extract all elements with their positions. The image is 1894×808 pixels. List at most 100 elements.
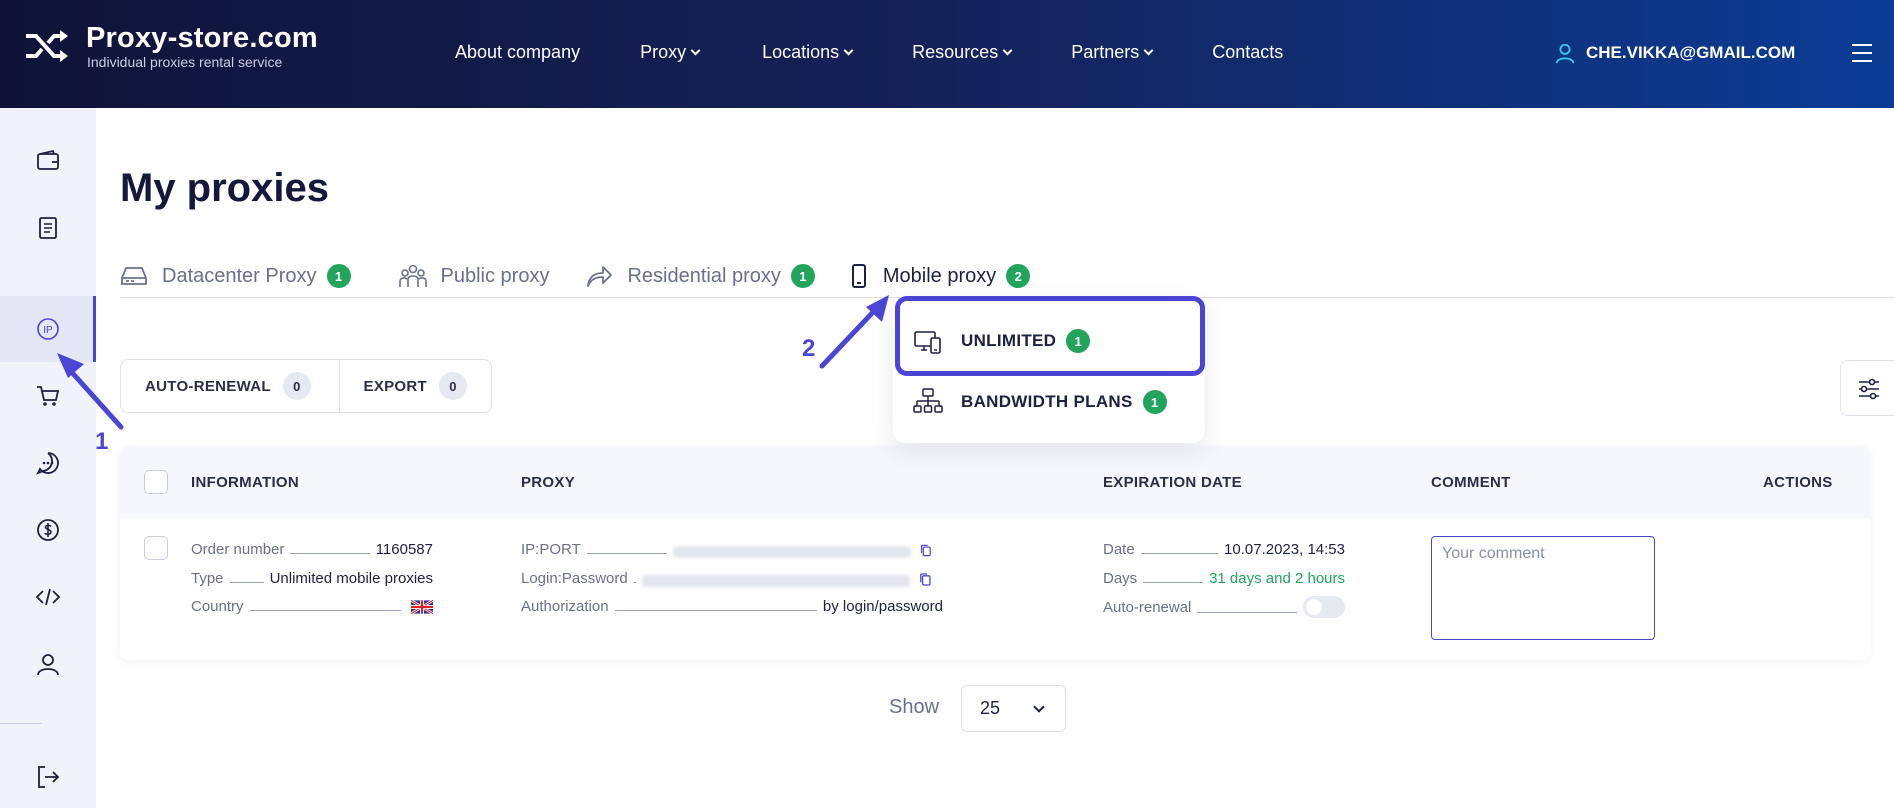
network-icon [913,388,943,413]
login-password-value-blurred [641,575,911,587]
unlimited-highlight-frame [895,296,1205,376]
expiration-days-row: Days 31 days and 2 hours [1103,570,1345,587]
per-page-value: 25 [980,698,1001,718]
nav-locations[interactable]: Locations [762,42,854,63]
tab-residential-proxy[interactable]: Residential proxy 1 [585,262,815,290]
auto-renewal-count: 0 [282,372,311,400]
nav-contacts[interactable]: Contacts [1212,42,1283,63]
nav-resources[interactable]: Resources [912,42,1013,63]
dropdown-item-label: BANDWIDTH PLANS [961,392,1133,411]
order-number-value: 1160587 [375,541,433,558]
date-value: 10.07.2023, 14:53 [1224,541,1345,558]
days-value: 31 days and 2 hours [1209,570,1345,587]
logout-icon [38,766,60,788]
uk-flag-icon [411,599,433,615]
nav-label: About company [455,42,581,62]
hamburger-menu-icon[interactable] [1852,44,1872,62]
server-icon [121,267,147,285]
nav-about-company[interactable]: About company [455,42,580,63]
logo-subtitle: Individual proxies rental service [87,54,283,70]
chat-icon [36,452,59,475]
shuffle-logo-icon[interactable] [24,28,72,64]
sidebar-divider [0,723,42,724]
ip-port-label: IP:PORT [521,541,581,558]
phone-icon [851,264,866,288]
tab-label: Residential proxy [627,264,781,287]
sidebar-item-support[interactable] [0,430,96,496]
nav-label: Contacts [1212,42,1284,62]
dollar-icon [37,519,59,541]
step-number-1: 1 [95,428,109,455]
login-password-label: Login:Password [521,570,628,587]
show-label: Show [889,696,940,718]
auto-renewal-row-label: Auto-renewal [1103,598,1192,616]
page-title: My proxies [120,166,329,210]
chevron-down-icon [1002,45,1013,56]
chevron-down-icon [843,45,854,56]
sidebar-item-logout[interactable] [0,744,96,808]
authorization-label: Authorization [521,598,609,615]
days-label: Days [1103,570,1138,587]
chevron-down-icon [1143,45,1154,56]
auto-renewal-button[interactable]: AUTO-RENEWAL 0 [121,360,339,412]
column-information: INFORMATION [191,474,300,491]
wallet-icon [37,149,59,170]
table-header: INFORMATION PROXY EXPIRATION DATE COMMEN… [120,446,1870,518]
code-icon [35,588,61,606]
tab-count-badge: 1 [326,264,351,288]
share-arrow-icon [587,266,613,287]
proxy-type-tabs: Datacenter Proxy 1 Public proxy Resident… [120,256,1074,296]
table-settings-button[interactable] [1840,360,1894,416]
user-icon [37,654,59,676]
export-button[interactable]: EXPORT 0 [338,360,491,412]
per-page-select[interactable]: 25 [961,685,1066,732]
sidebar-item-api[interactable] [0,564,96,630]
type-value: Unlimited mobile proxies [269,570,433,587]
column-expiration-date: EXPIRATION DATE [1103,474,1242,491]
copy-icon[interactable] [918,572,933,587]
tab-datacenter-proxy[interactable]: Datacenter Proxy 1 [120,262,351,290]
expiration-date-row: Date 10.07.2023, 14:53 [1103,541,1345,558]
sidebar-item-wallet[interactable] [0,128,96,194]
sidebar-item-cart[interactable] [0,363,96,429]
column-proxy: PROXY [521,474,576,491]
user-email: CHE.VIKKA@GMAIL.COM [1586,43,1796,62]
tab-public-proxy[interactable]: Public proxy [398,262,549,290]
tab-count-badge: 1 [790,264,815,288]
nav-partners[interactable]: Partners [1071,42,1154,63]
sidebar-item-profile[interactable] [0,631,96,697]
nav-label: Locations [762,42,840,62]
nav-label: Proxy [640,42,687,62]
dropdown-item-bandwidth-plans[interactable]: BANDWIDTH PLANS 1 [913,387,1167,417]
chevron-down-icon [690,45,701,56]
top-header: Proxy-store.com Individual proxies renta… [0,0,1894,108]
tab-label: Datacenter Proxy [162,264,317,287]
comment-textarea[interactable] [1431,536,1655,640]
order-number-label: Order number [191,541,285,558]
user-account[interactable]: CHE.VIKKA@GMAIL.COM [1554,42,1795,64]
row-checkbox[interactable] [144,536,168,560]
column-comment: COMMENT [1431,474,1511,491]
sliders-icon [1859,378,1879,400]
auto-renewal-toggle[interactable] [1303,596,1345,618]
main-nav: About company Proxy Locations Resources … [455,42,1283,63]
document-icon [39,217,57,239]
column-actions: ACTIONS [1763,474,1833,491]
proxy-authorization: Authorization by login/password [521,598,943,615]
nav-proxy[interactable]: Proxy [640,42,701,63]
copy-icon[interactable] [919,543,933,558]
info-order-number: Order number 1160587 [191,541,433,558]
type-label: Type [191,570,224,587]
sidebar-item-documents[interactable] [0,195,96,261]
logo-title[interactable]: Proxy-store.com [86,22,318,55]
nav-label: Resources [912,42,999,62]
select-all-checkbox[interactable] [144,470,168,494]
date-label: Date [1103,541,1135,558]
sidebar-item-my-proxies[interactable]: IP [0,296,96,362]
filter-buttons: AUTO-RENEWAL 0 EXPORT 0 [120,359,492,413]
tab-mobile-proxy[interactable]: Mobile proxy 2 [845,262,1031,290]
sidebar-item-balance[interactable] [0,497,96,563]
chevron-down-icon [1033,701,1045,713]
people-icon [398,264,427,287]
step-number-2: 2 [802,335,816,362]
